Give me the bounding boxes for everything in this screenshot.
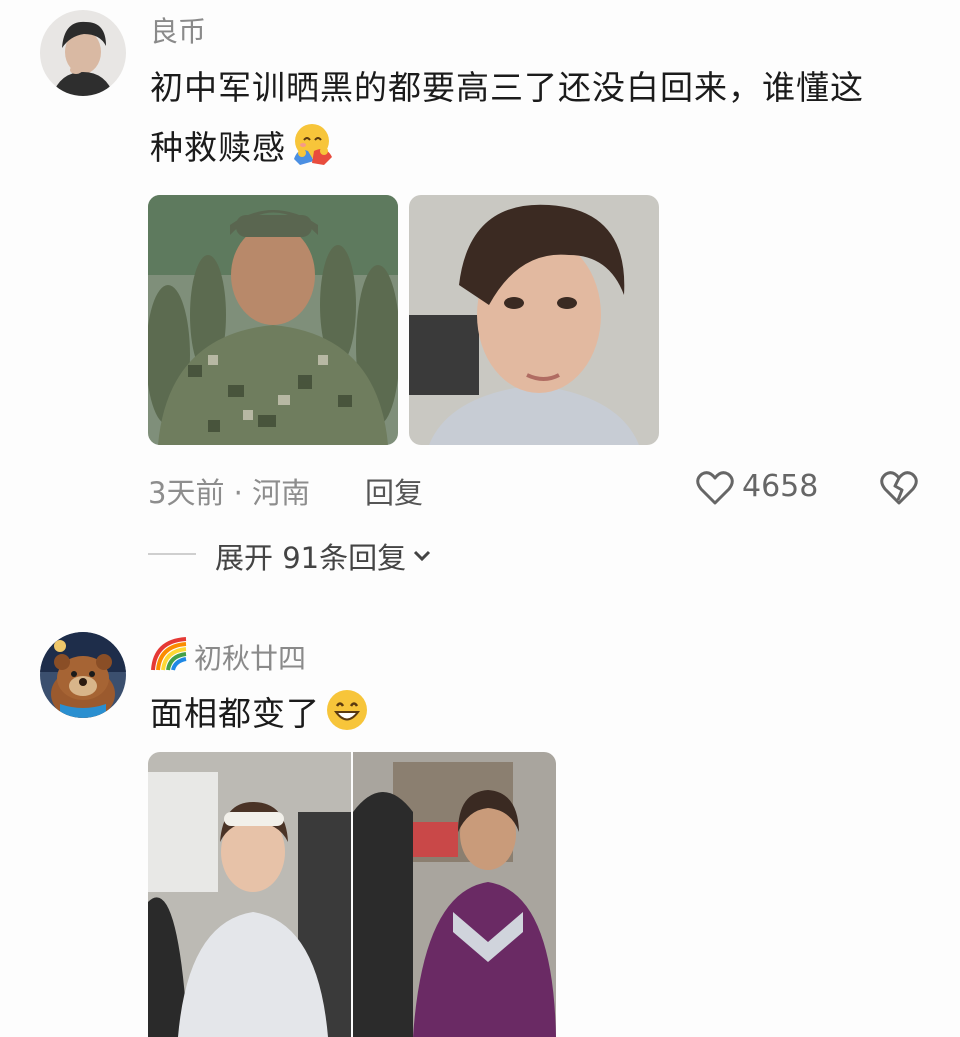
photo-3[interactable]	[148, 752, 351, 1037]
chevron-down-icon	[414, 550, 431, 562]
avatar[interactable]	[40, 632, 126, 718]
rainbow-icon	[151, 637, 187, 671]
comment-meta: 3天前 · 河南	[148, 476, 311, 510]
comment-text-line: 初中军训晒黑的都要高三了还没白回来，谁懂这	[150, 68, 864, 107]
comment-text: 初中军训晒黑的都要高三了还没白回来，谁懂这 种救赎感	[150, 58, 864, 178]
hugging-face-icon	[294, 124, 332, 165]
comment-text-line: 种救赎感	[150, 128, 286, 167]
photo-2[interactable]	[409, 195, 659, 445]
username[interactable]: 良币	[150, 10, 206, 50]
divider	[148, 553, 196, 555]
like-count: 4658	[742, 469, 819, 504]
heart-icon[interactable]	[696, 470, 734, 506]
avatar[interactable]	[40, 10, 126, 96]
username[interactable]: 初秋廿四	[194, 637, 306, 677]
expand-replies-label: 展开 91条回复	[215, 541, 407, 575]
expand-replies-button[interactable]: 展开 91条回复	[215, 535, 432, 577]
photo-4[interactable]	[353, 752, 556, 1037]
reply-button[interactable]: 回复	[365, 470, 423, 512]
comment-text: 面相都变了	[150, 684, 370, 744]
comment-text-line: 面相都变了	[150, 694, 320, 733]
broken-heart-icon[interactable]	[879, 470, 919, 506]
grinning-face-icon	[327, 690, 367, 730]
photo-1[interactable]	[148, 195, 398, 445]
